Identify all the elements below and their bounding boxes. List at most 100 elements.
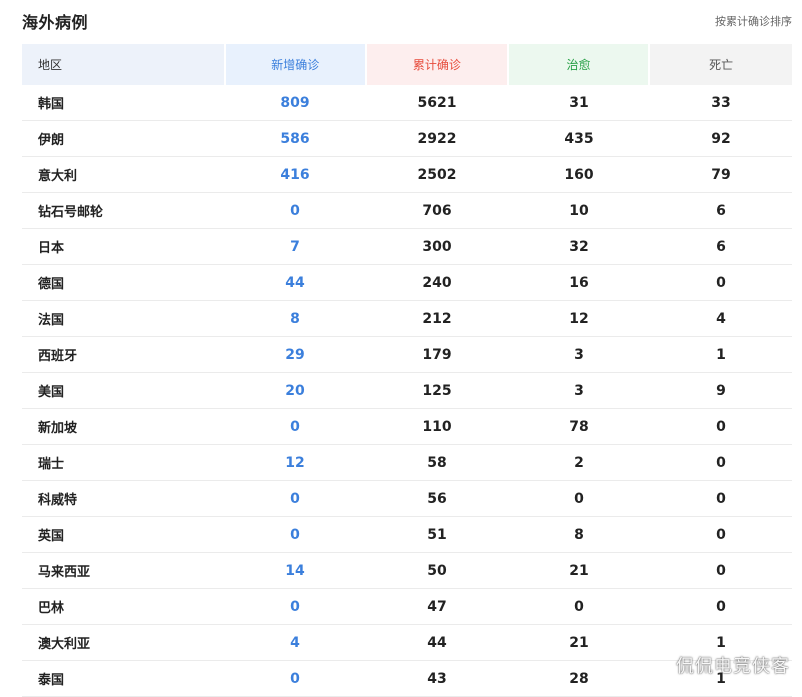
cell-cured: 28 <box>569 670 589 687</box>
cell-new-confirmed: 7 <box>290 238 300 255</box>
cell-cured: 2 <box>574 454 584 471</box>
cell-deaths: 1 <box>716 634 726 651</box>
cell-region: 韩国 <box>38 97 65 112</box>
table-row[interactable]: 韩国 809 5621 31 33 <box>22 85 792 121</box>
cell-region: 英国 <box>38 529 65 544</box>
table-header: 地区 新增确诊 累计确诊 治愈 死亡 <box>22 44 792 85</box>
table-row[interactable]: 法国 8 212 12 4 <box>22 301 792 337</box>
cell-deaths: 79 <box>711 166 731 183</box>
cell-cured: 21 <box>569 562 589 579</box>
watermark: 侃侃电竞侠客 <box>676 656 790 677</box>
cell-total-confirmed: 2922 <box>417 130 457 147</box>
cell-deaths: 4 <box>716 310 726 327</box>
table-row[interactable]: 新加坡 0 110 78 0 <box>22 409 792 445</box>
cell-region: 新加坡 <box>38 421 78 436</box>
cell-new-confirmed: 12 <box>285 454 305 471</box>
cell-region: 法国 <box>38 313 65 328</box>
table-row[interactable]: 瑞士 12 58 2 0 <box>22 445 792 481</box>
cell-deaths: 0 <box>716 598 726 615</box>
cell-new-confirmed: 0 <box>290 598 300 615</box>
cell-cured: 0 <box>574 490 584 507</box>
cell-deaths: 0 <box>716 490 726 507</box>
cell-total-confirmed: 58 <box>427 454 447 471</box>
cell-new-confirmed: 0 <box>290 418 300 435</box>
cell-cured: 0 <box>574 598 584 615</box>
cell-deaths: 0 <box>716 562 726 579</box>
cell-cured: 8 <box>574 526 584 543</box>
table-row[interactable]: 伊朗 586 2922 435 92 <box>22 121 792 157</box>
cell-region: 科威特 <box>38 493 78 508</box>
cell-cured: 12 <box>569 310 589 327</box>
cell-cured: 78 <box>569 418 589 435</box>
cell-cured: 32 <box>569 238 589 255</box>
cell-total-confirmed: 56 <box>427 490 447 507</box>
table-row[interactable]: 西班牙 29 179 3 1 <box>22 337 792 373</box>
cell-total-confirmed: 5621 <box>417 94 457 111</box>
table-row[interactable]: 日本 7 300 32 6 <box>22 229 792 265</box>
table-row[interactable]: 德国 44 240 16 0 <box>22 265 792 301</box>
overseas-cases-table: 地区 新增确诊 累计确诊 治愈 死亡 韩国 809 5621 31 33 伊朗 586 292… <box>22 44 792 697</box>
column-header-total-confirmed[interactable]: 累计确诊 <box>367 44 507 85</box>
cell-total-confirmed: 212 <box>422 310 452 327</box>
cell-region: 美国 <box>38 385 65 400</box>
table-row[interactable]: 巴林 0 47 0 0 <box>22 589 792 625</box>
cell-total-confirmed: 43 <box>427 670 447 687</box>
cell-cured: 31 <box>569 94 589 111</box>
cell-cured: 3 <box>574 346 584 363</box>
cell-total-confirmed: 110 <box>422 418 452 435</box>
cell-deaths: 9 <box>716 382 726 399</box>
cell-new-confirmed: 586 <box>280 130 310 147</box>
cell-total-confirmed: 50 <box>427 562 447 579</box>
cell-new-confirmed: 809 <box>280 94 310 111</box>
table-row[interactable]: 意大利 416 2502 160 79 <box>22 157 792 193</box>
column-header-deaths[interactable]: 死亡 <box>650 44 792 85</box>
table-row[interactable]: 英国 0 51 8 0 <box>22 517 792 553</box>
cell-region: 马来西亚 <box>38 565 91 580</box>
cell-cured: 3 <box>574 382 584 399</box>
page-header: 海外病例 按累计确诊排序 <box>0 0 802 44</box>
table-row[interactable]: 美国 20 125 3 9 <box>22 373 792 409</box>
table-row[interactable]: 科威特 0 56 0 0 <box>22 481 792 517</box>
cell-total-confirmed: 2502 <box>417 166 457 183</box>
cell-region: 意大利 <box>38 169 78 184</box>
cell-new-confirmed: 0 <box>290 670 300 687</box>
cell-cured: 10 <box>569 202 589 219</box>
sort-order-label[interactable]: 按累计确诊排序 <box>715 13 792 29</box>
cell-region: 泰国 <box>38 673 65 688</box>
cell-deaths: 6 <box>716 202 726 219</box>
table-body: 韩国 809 5621 31 33 伊朗 586 2922 435 92 意大利 416 2502 160… <box>22 85 792 697</box>
cell-deaths: 0 <box>716 526 726 543</box>
cell-new-confirmed: 29 <box>285 346 305 363</box>
cell-deaths: 92 <box>711 130 731 147</box>
cell-region: 澳大利亚 <box>38 637 91 652</box>
cell-cured: 21 <box>569 634 589 651</box>
cell-cured: 16 <box>569 274 589 291</box>
cell-new-confirmed: 416 <box>280 166 310 183</box>
column-header-new-confirmed[interactable]: 新增确诊 <box>225 44 366 85</box>
cell-total-confirmed: 300 <box>422 238 452 255</box>
cell-region: 伊朗 <box>38 133 65 148</box>
cell-total-confirmed: 179 <box>422 346 452 363</box>
cell-region: 日本 <box>38 241 65 256</box>
cell-total-confirmed: 706 <box>422 202 452 219</box>
cell-new-confirmed: 8 <box>290 310 300 327</box>
cell-new-confirmed: 14 <box>285 562 305 579</box>
cell-new-confirmed: 44 <box>285 274 305 291</box>
cell-total-confirmed: 240 <box>422 274 452 291</box>
cell-cured: 435 <box>564 130 594 147</box>
cell-deaths: 1 <box>716 346 726 363</box>
cell-region: 德国 <box>38 277 65 292</box>
cell-deaths: 0 <box>716 454 726 471</box>
cell-total-confirmed: 47 <box>427 598 447 615</box>
cell-total-confirmed: 125 <box>422 382 452 399</box>
column-header-region[interactable]: 地区 <box>22 44 224 85</box>
cell-deaths: 0 <box>716 274 726 291</box>
cell-region: 巴林 <box>38 601 65 616</box>
column-header-cured[interactable]: 治愈 <box>508 44 649 85</box>
cell-region: 西班牙 <box>38 349 78 364</box>
cell-new-confirmed: 0 <box>290 490 300 507</box>
cell-total-confirmed: 51 <box>427 526 447 543</box>
table-row[interactable]: 钻石号邮轮 0 706 10 6 <box>22 193 792 229</box>
table-row[interactable]: 马来西亚 14 50 21 0 <box>22 553 792 589</box>
cell-new-confirmed: 0 <box>290 202 300 219</box>
